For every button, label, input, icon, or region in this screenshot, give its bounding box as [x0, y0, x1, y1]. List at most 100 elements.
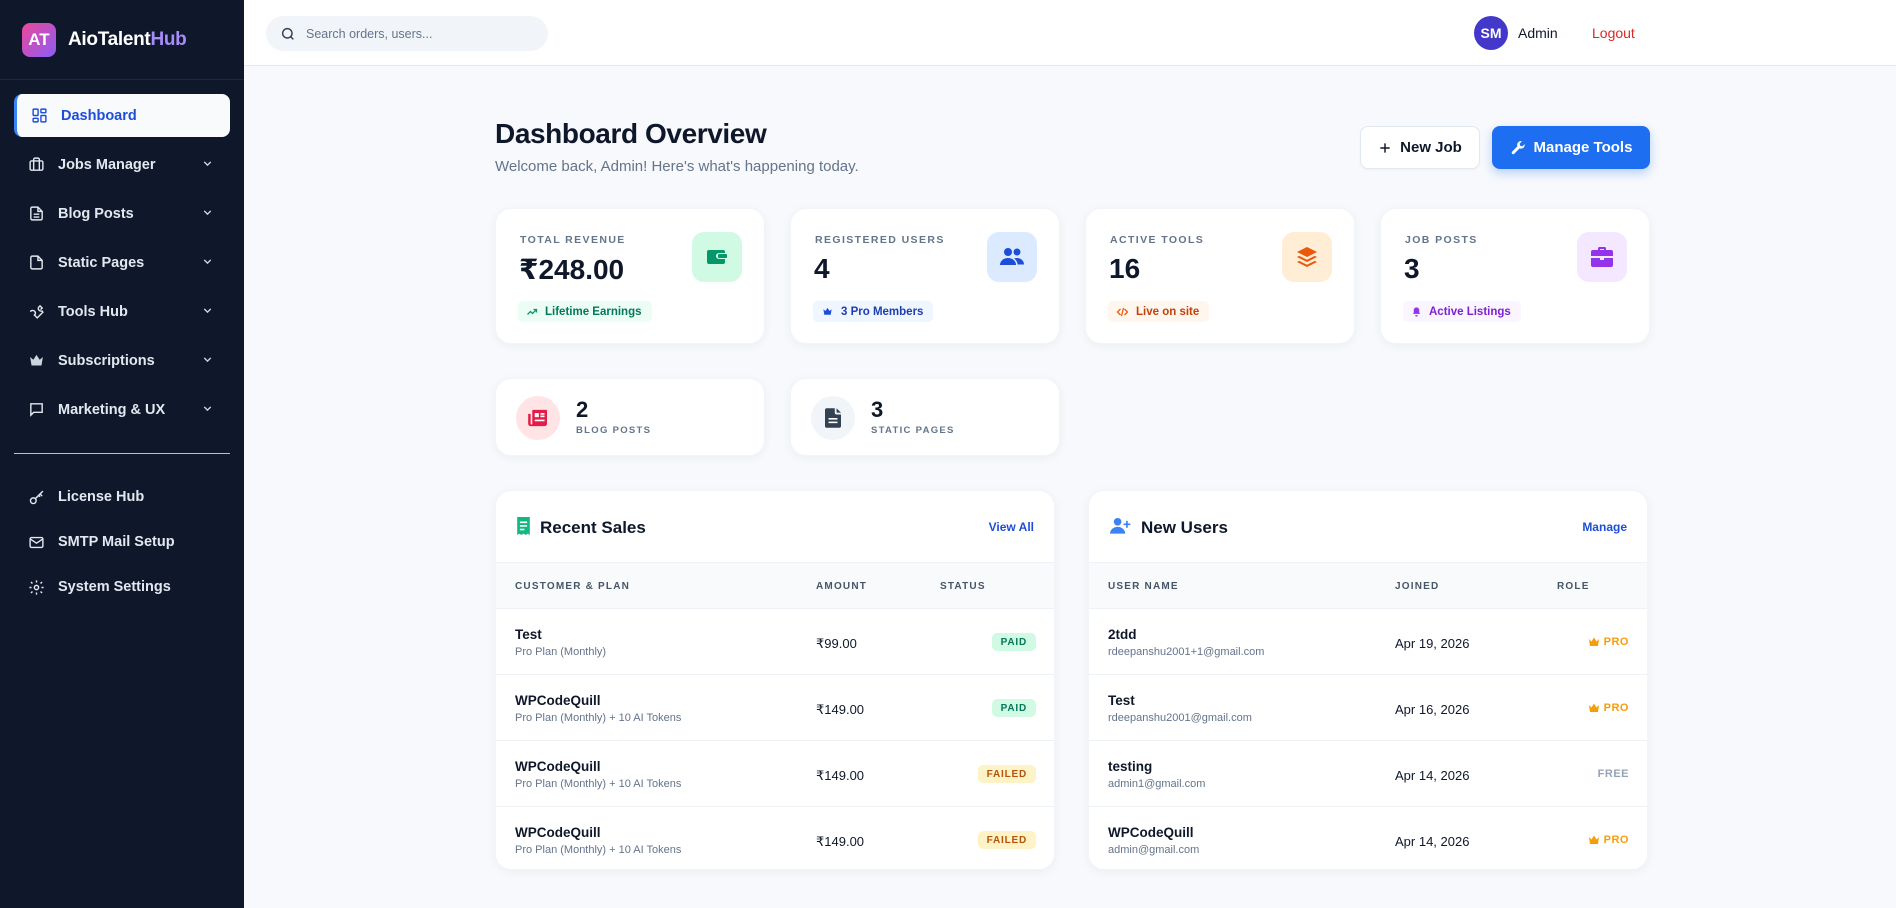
sidebar-item-static-pages[interactable]: Static Pages [14, 241, 230, 284]
sidebar-item-label: Subscriptions [58, 352, 155, 369]
sidebar-item-label: License Hub [58, 489, 145, 505]
view-all-link[interactable]: View All [989, 520, 1034, 534]
wrench-icon [26, 302, 46, 322]
sidebar-item-blog-posts[interactable]: Blog Posts [14, 192, 230, 235]
sidebar-item-marketing-ux[interactable]: Marketing & UX [14, 388, 230, 431]
table-row[interactable]: 2tdd rdeepanshu2001+1@gmail.com Apr 19, … [1089, 609, 1647, 675]
role-badge: PRO [1588, 702, 1629, 714]
sidebar-divider [14, 453, 230, 454]
role-label: PRO [1603, 636, 1629, 648]
panel-header: New Users Manage [1089, 491, 1647, 563]
sidebar-bottom-nav: License Hub SMTP Mail Setup System Setti… [0, 476, 244, 608]
table-row[interactable]: Test Pro Plan (Monthly) ₹99.00 PAID [496, 609, 1054, 675]
manage-tools-label: Manage Tools [1533, 139, 1633, 156]
table-row[interactable]: testing admin1@gmail.com Apr 14, 2026 FR… [1089, 741, 1647, 807]
table-header: CUSTOMER & PLAN AMOUNT STATUS [496, 563, 1054, 609]
user-email: admin@gmail.com [1108, 844, 1200, 856]
crown-icon [1588, 835, 1599, 844]
new-users-panel: New Users Manage USER NAME JOINED ROLE 2… [1088, 490, 1648, 870]
sale-amount: ₹99.00 [816, 636, 857, 651]
key-icon [26, 487, 46, 507]
stat-pill: Active Listings [1403, 301, 1521, 322]
stat-label: REGISTERED USERS [815, 234, 945, 246]
receipt-icon [516, 517, 531, 540]
chevron-down-icon [201, 353, 214, 370]
search-input[interactable] [306, 26, 526, 41]
user-name: 2tdd [1108, 627, 1137, 642]
mini-count: 2 [576, 397, 589, 422]
table-row[interactable]: Test rdeepanshu2001@gmail.com Apr 16, 20… [1089, 675, 1647, 741]
manage-link[interactable]: Manage [1582, 520, 1627, 534]
joined-date: Apr 14, 2026 [1395, 768, 1470, 783]
sidebar-item-license-hub[interactable]: License Hub [14, 476, 230, 518]
joined-date: Apr 16, 2026 [1395, 702, 1470, 717]
sale-amount: ₹149.00 [816, 702, 865, 717]
panel-title: New Users [1141, 518, 1228, 537]
role-badge: PRO [1588, 636, 1629, 648]
customer-plan: Pro Plan (Monthly) + 10 AI Tokens [515, 712, 682, 724]
sidebar-item-jobs-manager[interactable]: Jobs Manager [14, 143, 230, 186]
sidebar-item-label: Static Pages [58, 254, 145, 271]
stat-pill: Lifetime Earnings [518, 301, 652, 322]
chevron-down-icon [201, 304, 214, 321]
manage-tools-button[interactable]: Manage Tools [1492, 126, 1650, 169]
brand-name-main: AioTalent [68, 28, 151, 50]
chevron-down-icon [201, 157, 214, 174]
customer-plan: Pro Plan (Monthly) [515, 646, 607, 658]
search-icon [280, 26, 296, 42]
table-row[interactable]: WPCodeQuill admin@gmail.com Apr 14, 2026… [1089, 807, 1647, 869]
logout-link[interactable]: Logout [1592, 25, 1635, 41]
chat-icon [26, 400, 46, 420]
dashboard-icon [29, 106, 49, 126]
stat-value: 16 [1109, 253, 1141, 284]
layers-icon [1282, 232, 1332, 282]
topbar [244, 0, 1896, 66]
sidebar-item-label: Dashboard [61, 107, 137, 124]
sidebar-item-label: System Settings [58, 579, 171, 595]
trend-up-icon [527, 308, 538, 315]
mini-label: BLOG POSTS [576, 425, 652, 436]
admin-name[interactable]: Admin [1518, 25, 1558, 41]
gear-icon [26, 577, 46, 597]
sidebar-item-label: Marketing & UX [58, 401, 166, 418]
user-name: WPCodeQuill [1108, 825, 1194, 840]
stat-pill-label: Live on site [1136, 305, 1200, 318]
sidebar-item-tools-hub[interactable]: Tools Hub [14, 290, 230, 333]
search-box[interactable] [266, 16, 548, 51]
sidebar-item-smtp-mail-setup[interactable]: SMTP Mail Setup [14, 521, 230, 563]
chevron-down-icon [201, 206, 214, 223]
user-name: testing [1108, 759, 1153, 774]
page-title: Dashboard Overview [495, 118, 767, 149]
status-badge: PAID [991, 699, 1036, 717]
sidebar-item-subscriptions[interactable]: Subscriptions [14, 339, 230, 382]
table-row[interactable]: WPCodeQuill Pro Plan (Monthly) + 10 AI T… [496, 807, 1054, 869]
panel-header: Recent Sales View All [496, 491, 1054, 563]
customer-name: Test [515, 627, 542, 642]
customer-name: WPCodeQuill [515, 693, 601, 708]
user-plus-icon [1110, 517, 1132, 540]
chevron-down-icon [201, 402, 214, 419]
plus-icon [1378, 141, 1392, 155]
file-icon [811, 396, 855, 440]
new-job-button[interactable]: New Job [1360, 126, 1480, 169]
brand[interactable]: AT AioTalentHub [0, 0, 244, 80]
stat-pill-label: 3 Pro Members [841, 305, 924, 318]
stat-value: 3 [1404, 253, 1420, 284]
table-row[interactable]: WPCodeQuill Pro Plan (Monthly) + 10 AI T… [496, 675, 1054, 741]
column-header: CUSTOMER & PLAN [515, 581, 631, 592]
table-row[interactable]: WPCodeQuill Pro Plan (Monthly) + 10 AI T… [496, 741, 1054, 807]
sidebar-item-system-settings[interactable]: System Settings [14, 566, 230, 608]
column-header: AMOUNT [816, 581, 868, 592]
sidebar-item-dashboard[interactable]: Dashboard [14, 94, 230, 137]
stat-pill-label: Active Listings [1429, 305, 1511, 318]
crown-icon [823, 307, 832, 315]
avatar[interactable]: SM [1474, 16, 1508, 50]
wrench-icon [1510, 140, 1526, 156]
wallet-icon [692, 232, 742, 282]
role-badge: PRO [1588, 834, 1629, 846]
table-header: USER NAME JOINED ROLE [1089, 563, 1647, 609]
stat-value: 4 [814, 253, 830, 284]
column-header: JOINED [1395, 581, 1440, 592]
status-badge: PAID [991, 633, 1036, 651]
stat-card-active-tools: ACTIVE TOOLS 16 Live on site [1085, 208, 1355, 344]
